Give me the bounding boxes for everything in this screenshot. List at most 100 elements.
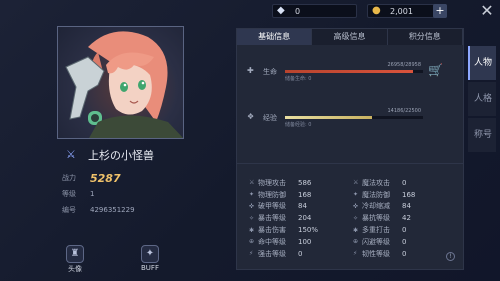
stat-row: ⚔ 物理攻击 586 ⚔ 魔法攻击 0 [237,177,463,189]
stat-value: 0 [402,237,407,246]
stat-value: 0 [298,249,303,258]
experience-icon: ❖ [247,112,255,121]
stat-value: 168 [402,190,416,199]
stat-label: 物理防御 [258,190,286,199]
info-row-level: 等级 1 [62,186,135,202]
class-emblem-icon: ⚔ [66,148,76,161]
tab-basic-info[interactable]: 基础信息 [237,29,313,45]
help-icon[interactable]: ! [446,252,455,261]
bars-section: ✚ 生命 26958/28958 储备生命: 0 🛒 ❖ 经验 14186/22… [237,55,463,137]
stat-item: ✧ 暴抗等级 42 [343,213,463,223]
stat-value: 0 [402,178,407,187]
stat-item: ✱ 暴击伤害 150% [237,225,343,235]
hp-reserve: 储备生命: 0 [285,76,312,82]
stat-item: ⚡ 韧性等级 0 [343,249,463,259]
info-row-power: 战力 5287 [62,170,135,186]
stat-row: ✱ 暴击伤害 150% ✱ 多重打击 0 [237,224,463,236]
info-tabs: 基础信息 高级信息 积分信息 [237,29,463,45]
stat-value: 0 [402,226,407,235]
stat-label: 暴抗等级 [362,214,390,223]
stat-row: ⊕ 命中等级 100 ⊕ 闪避等级 0 [237,236,463,248]
stat-label: 冷却缩减 [362,202,390,211]
stat-icon: ⚡ [353,250,358,258]
stat-row: ⚡ 强击等级 0 ⚡ 韧性等级 0 [237,248,463,260]
side-tab-character[interactable]: 人物 [468,46,496,80]
portrait-button[interactable]: ♜ 头像 [65,245,85,274]
xp-value: 14186/22500 [387,108,422,114]
stat-item: ✜ 破甲等级 84 [237,201,343,211]
stat-item: ⊕ 命中等级 100 [237,237,343,247]
stat-icon: ⚔ [353,179,359,187]
divider [237,163,463,164]
add-gold-button[interactable]: + [433,4,447,18]
character-art [65,31,183,138]
stat-row: ✦ 物理防御 168 ✦ 魔法防御 168 [237,189,463,201]
coin-icon: ● [372,5,381,16]
info-panel: 基础信息 高级信息 积分信息 ✚ 生命 26958/28958 储备生命: 0 … [236,28,464,270]
stat-item: ⊕ 闪避等级 0 [343,237,463,247]
stat-item: ⚔ 物理攻击 586 [237,178,343,188]
stat-value: 84 [298,202,307,211]
stat-label: 魔法攻击 [362,178,390,187]
stat-item: ✜ 冷却缩减 84 [343,201,463,211]
stat-label: 命中等级 [258,237,286,246]
side-tabs: 人物 人格 称号 [468,46,496,154]
stat-value: 100 [298,237,312,246]
stat-label: 多重打击 [362,226,390,235]
resource-bar: ◆ 0 ● 2,001 + [272,2,447,20]
side-tab-title[interactable]: 称号 [468,118,496,152]
id-value: 4296351229 [90,206,135,214]
info-row-id: 编号 4296351229 [62,202,135,218]
close-button[interactable]: ✕ [478,2,496,20]
gem-amount: 0 [295,6,301,16]
buff-button[interactable]: ✦ BUFF [140,245,160,272]
hp-bar [285,70,423,73]
stat-value: 0 [402,249,407,258]
character-portrait [57,26,184,139]
stat-icon: ⊕ [249,238,255,246]
hp-label: 生命 [263,68,277,76]
xp-bar-fill [285,116,372,119]
stat-value: 586 [298,178,312,187]
stat-icon: ✜ [249,202,255,210]
stat-label: 暴击等级 [258,214,286,223]
stat-icon: ⚔ [249,179,255,187]
info-label: 编号 [62,206,76,214]
buff-icon: ✦ [141,245,159,263]
character-name: 上杉の小怪兽 [88,149,154,162]
gold-counter[interactable]: ● 2,001 + [367,4,447,18]
gem-counter[interactable]: ◆ 0 [272,4,357,18]
hp-value: 26958/28958 [387,62,422,68]
stat-icon: ✧ [353,214,359,222]
stat-label: 闪避等级 [362,237,390,246]
character-name-row: ⚔ 上杉の小怪兽 [66,147,154,163]
xp-label: 经验 [263,114,277,122]
stat-item: ✧ 暴击等级 204 [237,213,343,223]
portrait-button-label: 头像 [68,265,82,273]
stat-label: 破甲等级 [258,202,286,211]
stat-icon: ⊕ [353,238,359,246]
tab-points-info[interactable]: 积分信息 [387,29,463,45]
stat-item: ✦ 物理防御 168 [237,190,343,200]
cart-icon[interactable]: 🛒 [428,63,443,77]
stat-icon: ✧ [249,214,255,222]
hp-bar-block: ✚ 生命 26958/28958 储备生命: 0 🛒 [237,55,463,91]
stats-grid: ⚔ 物理攻击 586 ⚔ 魔法攻击 0 ✦ 物理防御 168 ✦ 魔法防御 168 ✜ 破甲等级 84 ✜ 冷却… [237,177,463,260]
level-value: 1 [90,190,95,198]
character-info: 战力 5287 等级 1 编号 4296351229 [62,170,135,218]
stat-item: ⚔ 魔法攻击 0 [343,178,463,188]
stat-label: 魔法防御 [362,190,390,199]
stat-value: 168 [298,190,312,199]
side-tab-personality[interactable]: 人格 [468,82,496,116]
heart-icon: ✚ [247,66,254,75]
xp-bar-block: ❖ 经验 14186/22500 储备经验: 0 [237,101,463,137]
info-label: 等级 [62,190,76,198]
stat-value: 84 [402,202,411,211]
stat-value: 150% [298,226,319,235]
xp-reserve: 储备经验: 0 [285,122,312,128]
portrait-icon: ♜ [66,245,84,263]
tab-advanced-info[interactable]: 高级信息 [312,29,388,45]
stat-value: 42 [402,214,411,223]
stat-icon: ✦ [249,191,255,199]
stat-label: 物理攻击 [258,178,286,187]
